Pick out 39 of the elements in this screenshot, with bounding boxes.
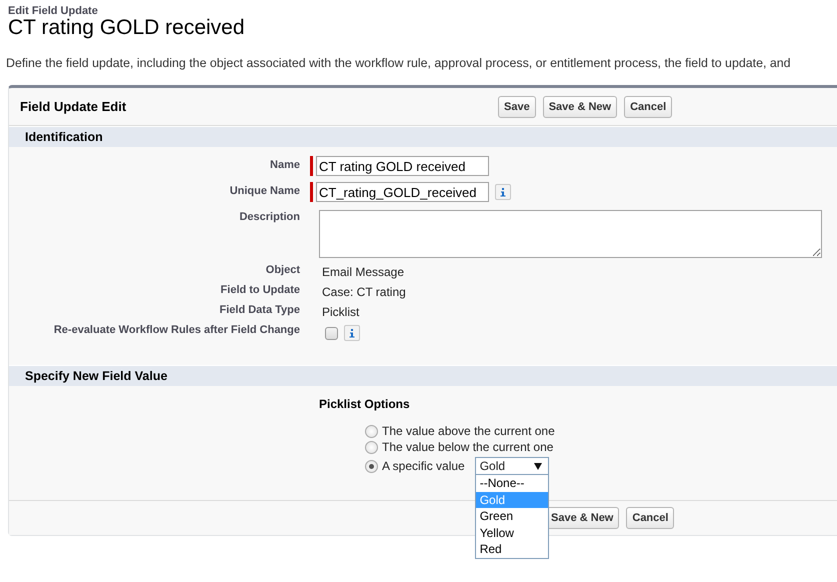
field-label: Description [238, 210, 300, 223]
panel-title: Field Update Edit [19, 99, 128, 114]
dropdown-option[interactable]: Green [476, 508, 548, 525]
dropdown-option[interactable]: Red [476, 541, 548, 558]
form-button[interactable]: Save [498, 96, 536, 118]
section-header: Specify New Field Value [9, 365, 837, 386]
info-icon[interactable] [495, 184, 511, 200]
caret-icon [534, 462, 542, 470]
field-value: Case: CT rating [321, 284, 406, 301]
field-label: Field to Update [220, 283, 300, 296]
text-field[interactable]: CT rating GOLD received [316, 156, 489, 176]
field-label: Object [264, 263, 300, 276]
radio-button[interactable] [365, 440, 378, 454]
section-header: Identification [9, 126, 837, 147]
radio-button[interactable] [365, 460, 378, 472]
checkbox[interactable] [325, 326, 338, 340]
radio-button[interactable] [365, 424, 378, 438]
field-label: Field Data Type [218, 303, 300, 316]
dropdown-option[interactable]: --None-- [476, 475, 548, 492]
picklist-dropdown[interactable]: Gold [474, 457, 549, 475]
radio-label: A specific value [382, 459, 465, 473]
radio-label: The value below the current one [382, 440, 554, 454]
field-value: Email Message [321, 264, 404, 281]
info-icon[interactable] [344, 325, 360, 341]
dropdown-option[interactable]: Yellow [476, 524, 548, 542]
description-field[interactable] [319, 210, 822, 258]
form-button[interactable]: Save & New [542, 96, 618, 118]
form-button[interactable]: Cancel [624, 96, 672, 118]
form-button[interactable]: Cancel [626, 507, 674, 529]
picklist-heading: Picklist Options [319, 397, 411, 411]
radio-label: The value above the current one [382, 424, 555, 438]
field-label: Unique Name [228, 184, 300, 197]
page-title: CT rating GOLD received [8, 16, 246, 40]
page-breadcrumb: Edit Field Update [8, 5, 99, 17]
page-description: Define the field update, including the object associated with the workflow rule, approval process, or entitlement process, the field to update, and [6, 56, 792, 70]
field-label: Name [269, 158, 300, 171]
text-field[interactable]: CT_rating_GOLD_received [316, 182, 489, 202]
field-label: Re-evaluate Workflow Rules after Field Change [52, 323, 300, 336]
field-value: Picklist [321, 304, 360, 321]
